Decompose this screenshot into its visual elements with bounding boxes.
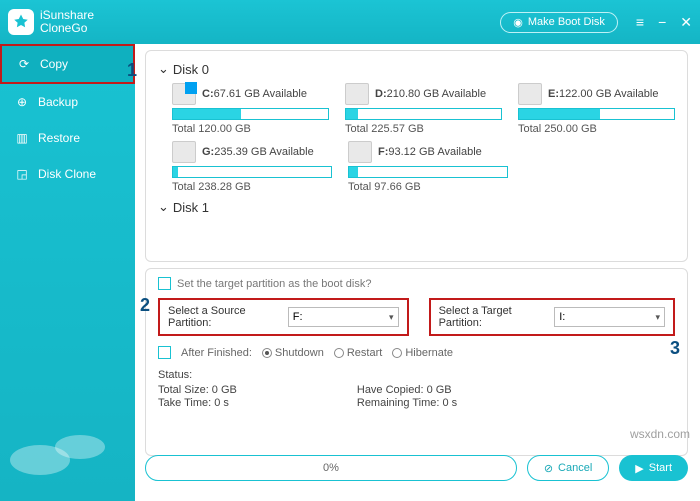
close-icon[interactable]: ✕	[680, 14, 692, 31]
total-size: Total Size: 0 GB	[158, 384, 237, 396]
bottom-bar: 0% ⊘ Cancel ▶ Start	[145, 449, 688, 487]
drive-icon	[345, 83, 369, 105]
options-panel: Set the target partition as the boot dis…	[145, 268, 688, 456]
sidebar-item-label: Disk Clone	[38, 167, 96, 181]
sidebar: ⟳ Copy ⊕ Backup ▥ Restore ◲ Disk Clone	[0, 44, 135, 501]
disk-clone-icon: ◲	[14, 166, 30, 182]
have-copied: Have Copied: 0 GB	[357, 384, 457, 396]
copy-icon: ⟳	[16, 56, 32, 72]
remaining-time: Remaining Time: 0 s	[357, 397, 457, 409]
sidebar-item-restore[interactable]: ▥ Restore	[0, 120, 135, 156]
drive-icon	[348, 141, 372, 163]
disk-list-panel: ⌄ Disk 0 C:67.61 GB Available Total 120.…	[145, 50, 688, 262]
restore-icon: ▥	[14, 130, 30, 146]
chevron-down-icon: ⌄	[158, 61, 169, 77]
target-partition-select[interactable]: I:▾	[554, 307, 665, 327]
disk1-header[interactable]: ⌄ Disk 1	[158, 199, 675, 215]
app-title: iSunshare CloneGo	[40, 9, 94, 35]
status-title: Status:	[158, 369, 675, 381]
drive-icon	[518, 83, 542, 105]
partition-c[interactable]: C:67.61 GB Available Total 120.00 GB	[172, 83, 329, 135]
checkbox-icon[interactable]	[158, 277, 171, 290]
target-partition-group: Select a Target Partition: I:▾	[429, 298, 675, 336]
cancel-button[interactable]: ⊘ Cancel	[527, 455, 609, 481]
title-bar: iSunshare CloneGo ◉ Make Boot Disk ≡ − ✕	[0, 0, 700, 44]
partition-f[interactable]: F:93.12 GB Available Total 97.66 GB	[348, 141, 508, 193]
sidebar-item-copy[interactable]: ⟳ Copy	[0, 44, 135, 84]
radio-restart[interactable]: Restart	[334, 347, 382, 359]
boot-disk-checkbox-row[interactable]: Set the target partition as the boot dis…	[158, 277, 675, 290]
radio-hibernate[interactable]: Hibernate	[392, 347, 453, 359]
watermark: wsxdn.com	[630, 427, 690, 441]
disc-icon: ◉	[513, 16, 523, 29]
partition-e[interactable]: E:122.00 GB Available Total 250.00 GB	[518, 83, 675, 135]
play-icon: ▶	[635, 462, 643, 475]
source-label: Select a Source Partition:	[168, 305, 282, 329]
radio-shutdown[interactable]: Shutdown	[262, 347, 324, 359]
after-finished-row: After Finished: Shutdown Restart Hiberna…	[158, 346, 675, 359]
menu-icon[interactable]: ≡	[636, 14, 644, 31]
source-partition-group: Select a Source Partition: F:▾	[158, 298, 409, 336]
sidebar-item-label: Restore	[38, 131, 80, 145]
cancel-icon: ⊘	[544, 462, 553, 475]
source-partition-select[interactable]: F:▾	[288, 307, 399, 327]
annotation-1: 1	[127, 60, 137, 81]
sidebar-item-label: Backup	[38, 95, 78, 109]
window-controls: ≡ − ✕	[636, 14, 692, 31]
make-boot-disk-button[interactable]: ◉ Make Boot Disk	[500, 12, 618, 33]
sidebar-item-backup[interactable]: ⊕ Backup	[0, 84, 135, 120]
drive-icon	[172, 141, 196, 163]
disk0-header[interactable]: ⌄ Disk 0	[158, 61, 675, 77]
backup-icon: ⊕	[14, 94, 30, 110]
progress-bar: 0%	[145, 455, 517, 481]
checkbox-icon[interactable]	[158, 346, 171, 359]
sidebar-item-label: Copy	[40, 57, 68, 71]
status-block: Status: Total Size: 0 GB Take Time: 0 s …	[158, 369, 675, 410]
drive-icon	[172, 83, 196, 105]
main-area: ⌄ Disk 0 C:67.61 GB Available Total 120.…	[135, 44, 692, 493]
chevron-down-icon: ⌄	[158, 199, 169, 215]
annotation-2: 2	[140, 295, 150, 316]
target-label: Select a Target Partition:	[439, 305, 549, 329]
caret-down-icon: ▾	[655, 312, 660, 323]
sidebar-item-disk-clone[interactable]: ◲ Disk Clone	[0, 156, 135, 192]
partition-g[interactable]: G:235.39 GB Available Total 238.28 GB	[172, 141, 332, 193]
app-logo	[8, 9, 34, 35]
partition-d[interactable]: D:210.80 GB Available Total 225.57 GB	[345, 83, 502, 135]
caret-down-icon: ▾	[389, 312, 394, 323]
take-time: Take Time: 0 s	[158, 397, 237, 409]
minimize-icon[interactable]: −	[658, 14, 666, 31]
start-button[interactable]: ▶ Start	[619, 455, 688, 481]
decorative-clouds	[0, 431, 135, 501]
annotation-3: 3	[670, 338, 680, 359]
